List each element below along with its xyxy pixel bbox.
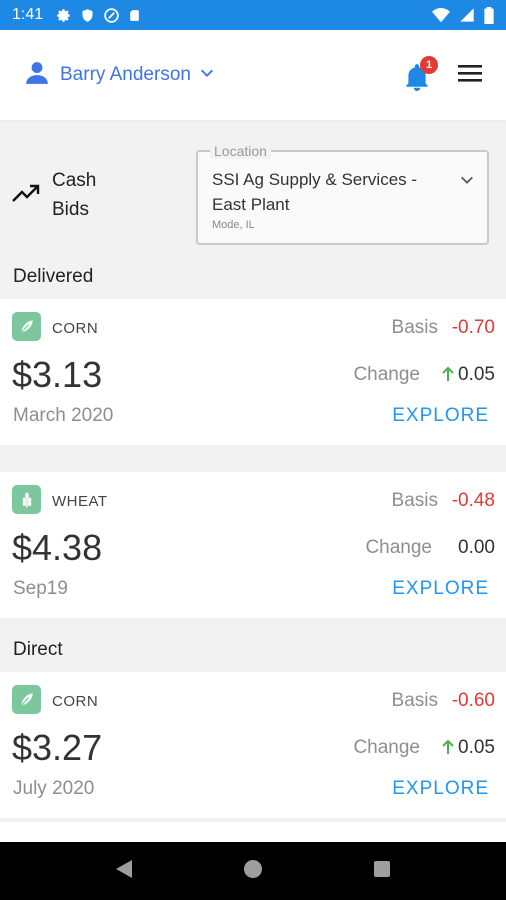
change-label: Change bbox=[353, 737, 420, 758]
basis-label: Basis bbox=[391, 317, 438, 338]
notifications-button[interactable]: 1 bbox=[404, 56, 438, 91]
corn-icon bbox=[12, 312, 41, 341]
battery-icon bbox=[484, 6, 494, 24]
trending-up-icon bbox=[12, 183, 40, 208]
location-subtitle: Mode, IL bbox=[212, 219, 255, 231]
location-label: Location bbox=[210, 143, 271, 159]
bid-card: CORN Basis -0.70 $3.13 Change 0.05 March… bbox=[0, 299, 506, 445]
price: $3.27 bbox=[12, 727, 103, 768]
back-icon[interactable] bbox=[115, 859, 133, 884]
page-title: Cash Bids bbox=[12, 166, 112, 224]
hamburger-menu-icon[interactable] bbox=[458, 63, 482, 88]
period: Sep19 bbox=[13, 578, 68, 599]
system-nav-bar bbox=[0, 842, 506, 900]
person-icon bbox=[24, 60, 50, 91]
app-header: Barry Anderson 1 bbox=[0, 30, 506, 120]
price: $3.13 bbox=[12, 354, 103, 395]
basis-value: -0.70 bbox=[451, 317, 495, 338]
user-name: Barry Anderson bbox=[60, 64, 191, 85]
location-select[interactable]: Location SSI Ag Supply & Services - East… bbox=[196, 143, 489, 245]
price: $4.38 bbox=[12, 527, 103, 568]
bid-card: CORN Basis -0.60 $3.27 Change 0.05 July … bbox=[0, 672, 506, 818]
basis-label: Basis bbox=[391, 490, 438, 511]
user-menu[interactable]: Barry Anderson bbox=[24, 60, 215, 91]
title-line-1: Cash bbox=[52, 170, 97, 191]
basis-label: Basis bbox=[391, 690, 438, 711]
explore-button[interactable]: EXPLORE bbox=[392, 778, 489, 800]
change-value: 0.05 bbox=[458, 737, 495, 758]
section-label-delivered: Delivered bbox=[13, 266, 94, 287]
title-line-2: Bids bbox=[52, 199, 89, 220]
arrow-up-icon bbox=[441, 366, 455, 387]
basis-value: -0.60 bbox=[451, 690, 495, 711]
change-label: Change bbox=[365, 537, 432, 558]
explore-button[interactable]: EXPLORE bbox=[392, 578, 489, 600]
change-value: 0.05 bbox=[458, 364, 495, 385]
notification-badge: 1 bbox=[420, 56, 438, 74]
wheat-icon bbox=[12, 485, 41, 514]
crop-name: CORN bbox=[52, 693, 99, 710]
crop-name: CORN bbox=[52, 320, 99, 337]
change-label: Change bbox=[353, 364, 420, 385]
period: July 2020 bbox=[13, 778, 95, 799]
main-content: Cash Bids Location SSI Ag Supply & Servi… bbox=[0, 120, 506, 842]
basis-value: -0.48 bbox=[451, 490, 495, 511]
arrow-up-icon bbox=[441, 739, 455, 760]
crop-name: WHEAT bbox=[52, 493, 108, 510]
bid-card: WHEAT Basis -0.48 $4.38 Change 0.00 Sep1… bbox=[0, 472, 506, 618]
chevron-down-icon bbox=[459, 172, 475, 193]
shield-icon bbox=[80, 7, 95, 24]
corn-icon bbox=[12, 685, 41, 714]
next-card-peek bbox=[0, 822, 506, 842]
recents-icon[interactable] bbox=[373, 860, 391, 883]
change-value: 0.00 bbox=[458, 537, 495, 558]
period: March 2020 bbox=[13, 405, 114, 426]
cell-signal-icon bbox=[459, 7, 475, 23]
sync-icon bbox=[103, 7, 120, 24]
location-name: SSI Ag Supply & Services - East Plant bbox=[212, 170, 418, 214]
wifi-icon bbox=[432, 7, 450, 23]
sd-card-icon bbox=[128, 7, 141, 24]
status-time: 1:41 bbox=[12, 6, 44, 23]
home-icon[interactable] bbox=[243, 859, 263, 884]
chevron-down-icon bbox=[199, 65, 215, 86]
status-bar: 1:41 bbox=[0, 0, 506, 30]
section-label-direct: Direct bbox=[13, 639, 63, 660]
gear-icon bbox=[55, 7, 72, 24]
explore-button[interactable]: EXPLORE bbox=[392, 405, 489, 427]
